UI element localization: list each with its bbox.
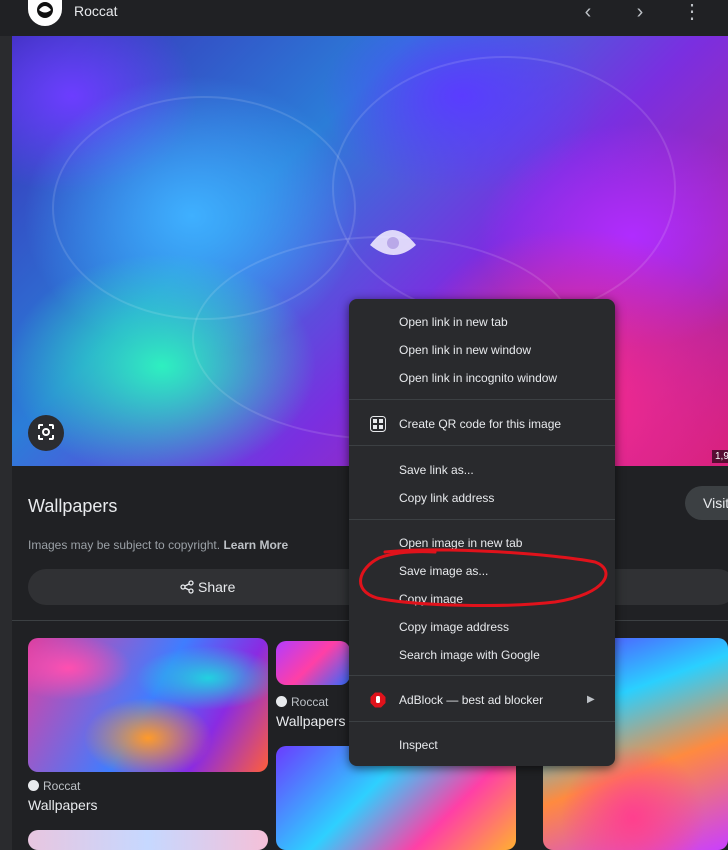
image-dimensions: 1,9 bbox=[712, 450, 728, 463]
result-source[interactable]: Roccat bbox=[276, 695, 328, 709]
share-icon bbox=[180, 580, 194, 594]
menu-separator bbox=[349, 721, 615, 722]
menu-separator bbox=[349, 675, 615, 676]
site-name[interactable]: Roccat bbox=[74, 3, 118, 19]
roccat-emblem-icon bbox=[370, 230, 416, 255]
google-lens-button[interactable] bbox=[28, 415, 64, 451]
visit-button[interactable]: Visit bbox=[685, 486, 728, 520]
triangle-right-icon: ▶ bbox=[587, 694, 595, 705]
menu-item-label: Copy image address bbox=[399, 620, 510, 634]
left-panel-edge bbox=[0, 36, 12, 850]
result-thumbnail[interactable] bbox=[276, 641, 350, 685]
menu-item-adblock[interactable]: AdBlock — best ad blocker ▶ bbox=[349, 687, 615, 713]
menu-item-label: Copy link address bbox=[399, 491, 495, 505]
menu-item-save-link-as[interactable]: Save link as... bbox=[349, 457, 615, 483]
result-source-label: Roccat bbox=[43, 779, 81, 793]
page-title[interactable]: Wallpapers bbox=[28, 496, 117, 517]
result-thumbnail[interactable] bbox=[28, 830, 268, 850]
chevron-left-icon[interactable]: ‹ bbox=[576, 2, 600, 24]
save-button[interactable] bbox=[596, 569, 728, 605]
red-annotation-circle bbox=[359, 548, 608, 607]
menu-separator bbox=[349, 399, 615, 400]
menu-item-open-link-new-tab[interactable]: Open link in new tab bbox=[349, 309, 615, 335]
share-label: Share bbox=[198, 579, 236, 595]
share-button[interactable]: Share bbox=[28, 569, 368, 605]
menu-item-create-qr-code[interactable]: Create QR code for this image bbox=[349, 411, 615, 437]
menu-item-label: AdBlock — best ad blocker bbox=[399, 693, 544, 707]
chevron-right-icon[interactable]: › bbox=[628, 2, 652, 24]
menu-item-inspect[interactable]: Inspect bbox=[349, 732, 615, 758]
menu-item-copy-image-address[interactable]: Copy image address bbox=[349, 614, 615, 640]
roccat-logo-icon bbox=[28, 780, 39, 791]
context-menu: Open link in new tab Open link in new wi… bbox=[349, 299, 615, 766]
menu-separator bbox=[349, 519, 615, 520]
copyright-notice: Images may be subject to copyright. Lear… bbox=[28, 538, 288, 552]
menu-item-open-link-new-window[interactable]: Open link in new window bbox=[349, 337, 615, 363]
copyright-text: Images may be subject to copyright. bbox=[28, 538, 221, 552]
menu-item-label: Create QR code for this image bbox=[399, 417, 562, 431]
menu-item-open-link-incognito[interactable]: Open link in incognito window bbox=[349, 365, 615, 391]
menu-item-label: Inspect bbox=[399, 738, 438, 752]
google-lens-icon bbox=[38, 424, 54, 440]
menu-item-copy-link-address[interactable]: Copy link address bbox=[349, 485, 615, 511]
result-thumbnail[interactable] bbox=[28, 638, 268, 772]
menu-item-search-image-google[interactable]: Search image with Google bbox=[349, 642, 615, 668]
menu-item-label: Open link in new window bbox=[399, 343, 532, 357]
menu-item-label: Open link in new tab bbox=[399, 315, 508, 329]
menu-item-label: Search image with Google bbox=[399, 648, 540, 662]
roccat-logo-icon bbox=[276, 696, 287, 707]
more-options-icon[interactable]: ⋮ bbox=[680, 2, 704, 24]
learn-more-link[interactable]: Learn More bbox=[223, 538, 288, 552]
adblock-hand-icon bbox=[370, 692, 386, 708]
qr-code-icon bbox=[370, 416, 386, 432]
menu-separator bbox=[349, 445, 615, 446]
result-title[interactable]: Wallpapers bbox=[276, 713, 346, 729]
menu-item-label: Save link as... bbox=[399, 463, 474, 477]
result-source[interactable]: Roccat bbox=[28, 779, 80, 793]
menu-item-label: Open link in incognito window bbox=[399, 371, 558, 385]
result-title[interactable]: Wallpapers bbox=[28, 797, 98, 813]
result-source-label: Roccat bbox=[291, 695, 329, 709]
